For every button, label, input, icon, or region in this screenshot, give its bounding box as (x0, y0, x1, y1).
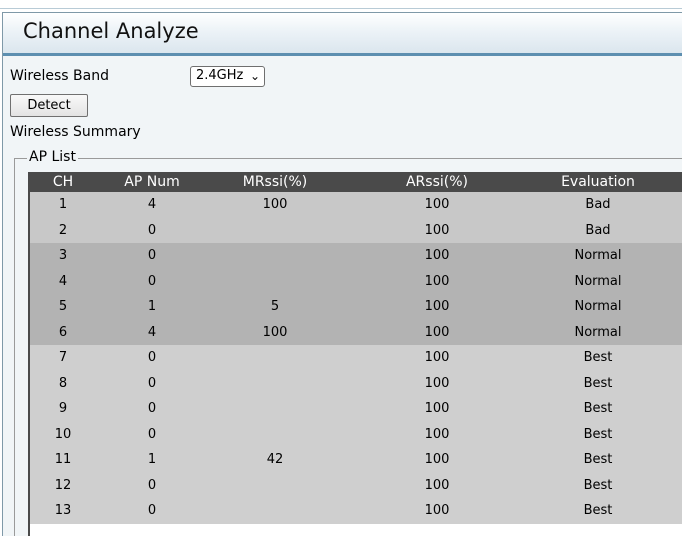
cell-evaluation: Normal (574, 299, 622, 314)
table-row: 10 0 100 Best (30, 421, 682, 448)
wireless-band-select[interactable]: 2.4GHz ⌄ (190, 66, 265, 87)
cell-arssi: 100 (424, 401, 450, 416)
cell-ch: 9 (58, 401, 68, 416)
wireless-band-label: Wireless Band (10, 68, 109, 84)
cell-mrssi (208, 473, 342, 499)
table-row: 3 0 100 Normal (30, 243, 682, 269)
cell-evaluation: Bad (585, 222, 611, 238)
page-title: Channel Analyze (23, 19, 199, 43)
cell-ch: 11 (54, 452, 72, 467)
cell-ap-num: 4 (147, 324, 157, 340)
table-row: 9 0 100 Best (30, 396, 682, 422)
cell-ap-num: 0 (147, 350, 157, 365)
cell-ap-num: 0 (147, 426, 157, 442)
header-mrssi: MRssi(%) (242, 174, 308, 190)
table-row: 7 0 100 Best (30, 345, 682, 371)
cell-arssi: 100 (424, 273, 450, 289)
cell-mrssi (208, 243, 342, 269)
cell-mrssi (208, 498, 342, 524)
cell-evaluation: Normal (574, 248, 622, 263)
table-header: CH AP Num MRssi(%) ARssi(%) Evaluation (30, 172, 682, 192)
cell-mrssi: 100 (262, 324, 288, 340)
cell-mrssi (208, 345, 342, 371)
cell-evaluation: Best (583, 503, 613, 518)
cell-ap-num: 1 (147, 299, 157, 314)
cell-evaluation: Best (583, 401, 613, 416)
cell-ap-num: 0 (147, 222, 157, 238)
cell-arssi: 100 (424, 426, 450, 442)
cell-mrssi: 5 (270, 299, 280, 314)
cell-mrssi (208, 422, 342, 448)
cell-ch: 10 (54, 426, 72, 442)
cell-ap-num: 4 (147, 197, 157, 212)
cell-arssi: 100 (424, 477, 450, 493)
cell-ch: 13 (54, 503, 72, 518)
cell-ap-num: 0 (147, 503, 157, 518)
page: Channel Analyze Wireless Band 2.4GHz ⌄ D… (0, 0, 682, 536)
cell-evaluation: Best (583, 477, 613, 493)
cell-mrssi: 42 (266, 452, 284, 467)
cell-ch: 12 (54, 477, 72, 493)
table-row: 8 0 100 Best (30, 370, 682, 397)
cell-mrssi: 100 (262, 197, 288, 212)
cell-ap-num: 0 (147, 375, 157, 391)
wireless-summary-label: Wireless Summary (10, 124, 141, 140)
cell-ch: 7 (58, 350, 68, 365)
cell-ap-num: 0 (147, 477, 157, 493)
table-row: 5 1 5 100 Normal (30, 294, 682, 320)
wireless-band-value: 2.4GHz (196, 68, 244, 83)
detect-button[interactable]: Detect (10, 94, 88, 117)
ap-list-legend: AP List (27, 149, 78, 165)
cell-arssi: 100 (424, 350, 450, 365)
chevron-down-icon: ⌄ (249, 69, 260, 83)
table-row: 1 4 100 100 Bad (30, 192, 682, 218)
cell-ap-num: 0 (147, 273, 157, 289)
cell-arssi: 100 (424, 452, 450, 467)
cell-ap-num: 1 (147, 452, 157, 467)
cell-ch: 6 (58, 324, 68, 340)
ap-list-table: CH AP Num MRssi(%) ARssi(%) Evaluation 1… (28, 172, 682, 536)
cell-evaluation: Best (583, 426, 613, 442)
cell-mrssi (208, 371, 342, 397)
cell-ap-num: 0 (147, 248, 157, 263)
panel-header: Channel Analyze (3, 13, 682, 56)
table-row: 2 0 100 Bad (30, 217, 682, 244)
cell-mrssi (208, 269, 342, 295)
cell-ap-num: 0 (147, 401, 157, 416)
cell-arssi: 100 (424, 375, 450, 391)
cell-evaluation: Bad (585, 197, 611, 212)
cell-evaluation: Best (583, 452, 613, 467)
table-row: 11 1 42 100 Best (30, 447, 682, 473)
table-row: 4 0 100 Normal (30, 268, 682, 295)
cell-ch: 1 (58, 197, 68, 212)
cell-mrssi (208, 218, 342, 244)
table-row: 6 4 100 100 Normal (30, 319, 682, 345)
cell-arssi: 100 (424, 222, 450, 238)
cell-ch: 3 (58, 248, 68, 263)
cell-evaluation: Best (583, 375, 613, 391)
cell-ch: 2 (58, 222, 68, 238)
header-arssi: ARssi(%) (405, 174, 468, 190)
cell-evaluation: Best (583, 350, 613, 365)
cell-evaluation: Normal (574, 273, 622, 289)
cell-arssi: 100 (424, 299, 450, 314)
cell-arssi: 100 (424, 324, 450, 340)
top-strip (0, 0, 682, 10)
table-row: 12 0 100 Best (30, 472, 682, 499)
cell-ch: 4 (58, 273, 68, 289)
header-evaluation: Evaluation (561, 174, 635, 190)
cell-ch: 8 (58, 375, 68, 391)
cell-arssi: 100 (424, 197, 450, 212)
cell-arssi: 100 (424, 503, 450, 518)
cell-ch: 5 (58, 299, 68, 314)
header-ch: CH (52, 174, 74, 190)
cell-arssi: 100 (424, 248, 450, 263)
cell-evaluation: Normal (574, 324, 622, 340)
table-row: 13 0 100 Best (30, 498, 682, 524)
cell-mrssi (208, 396, 342, 422)
header-ap-num: AP Num (124, 174, 180, 190)
